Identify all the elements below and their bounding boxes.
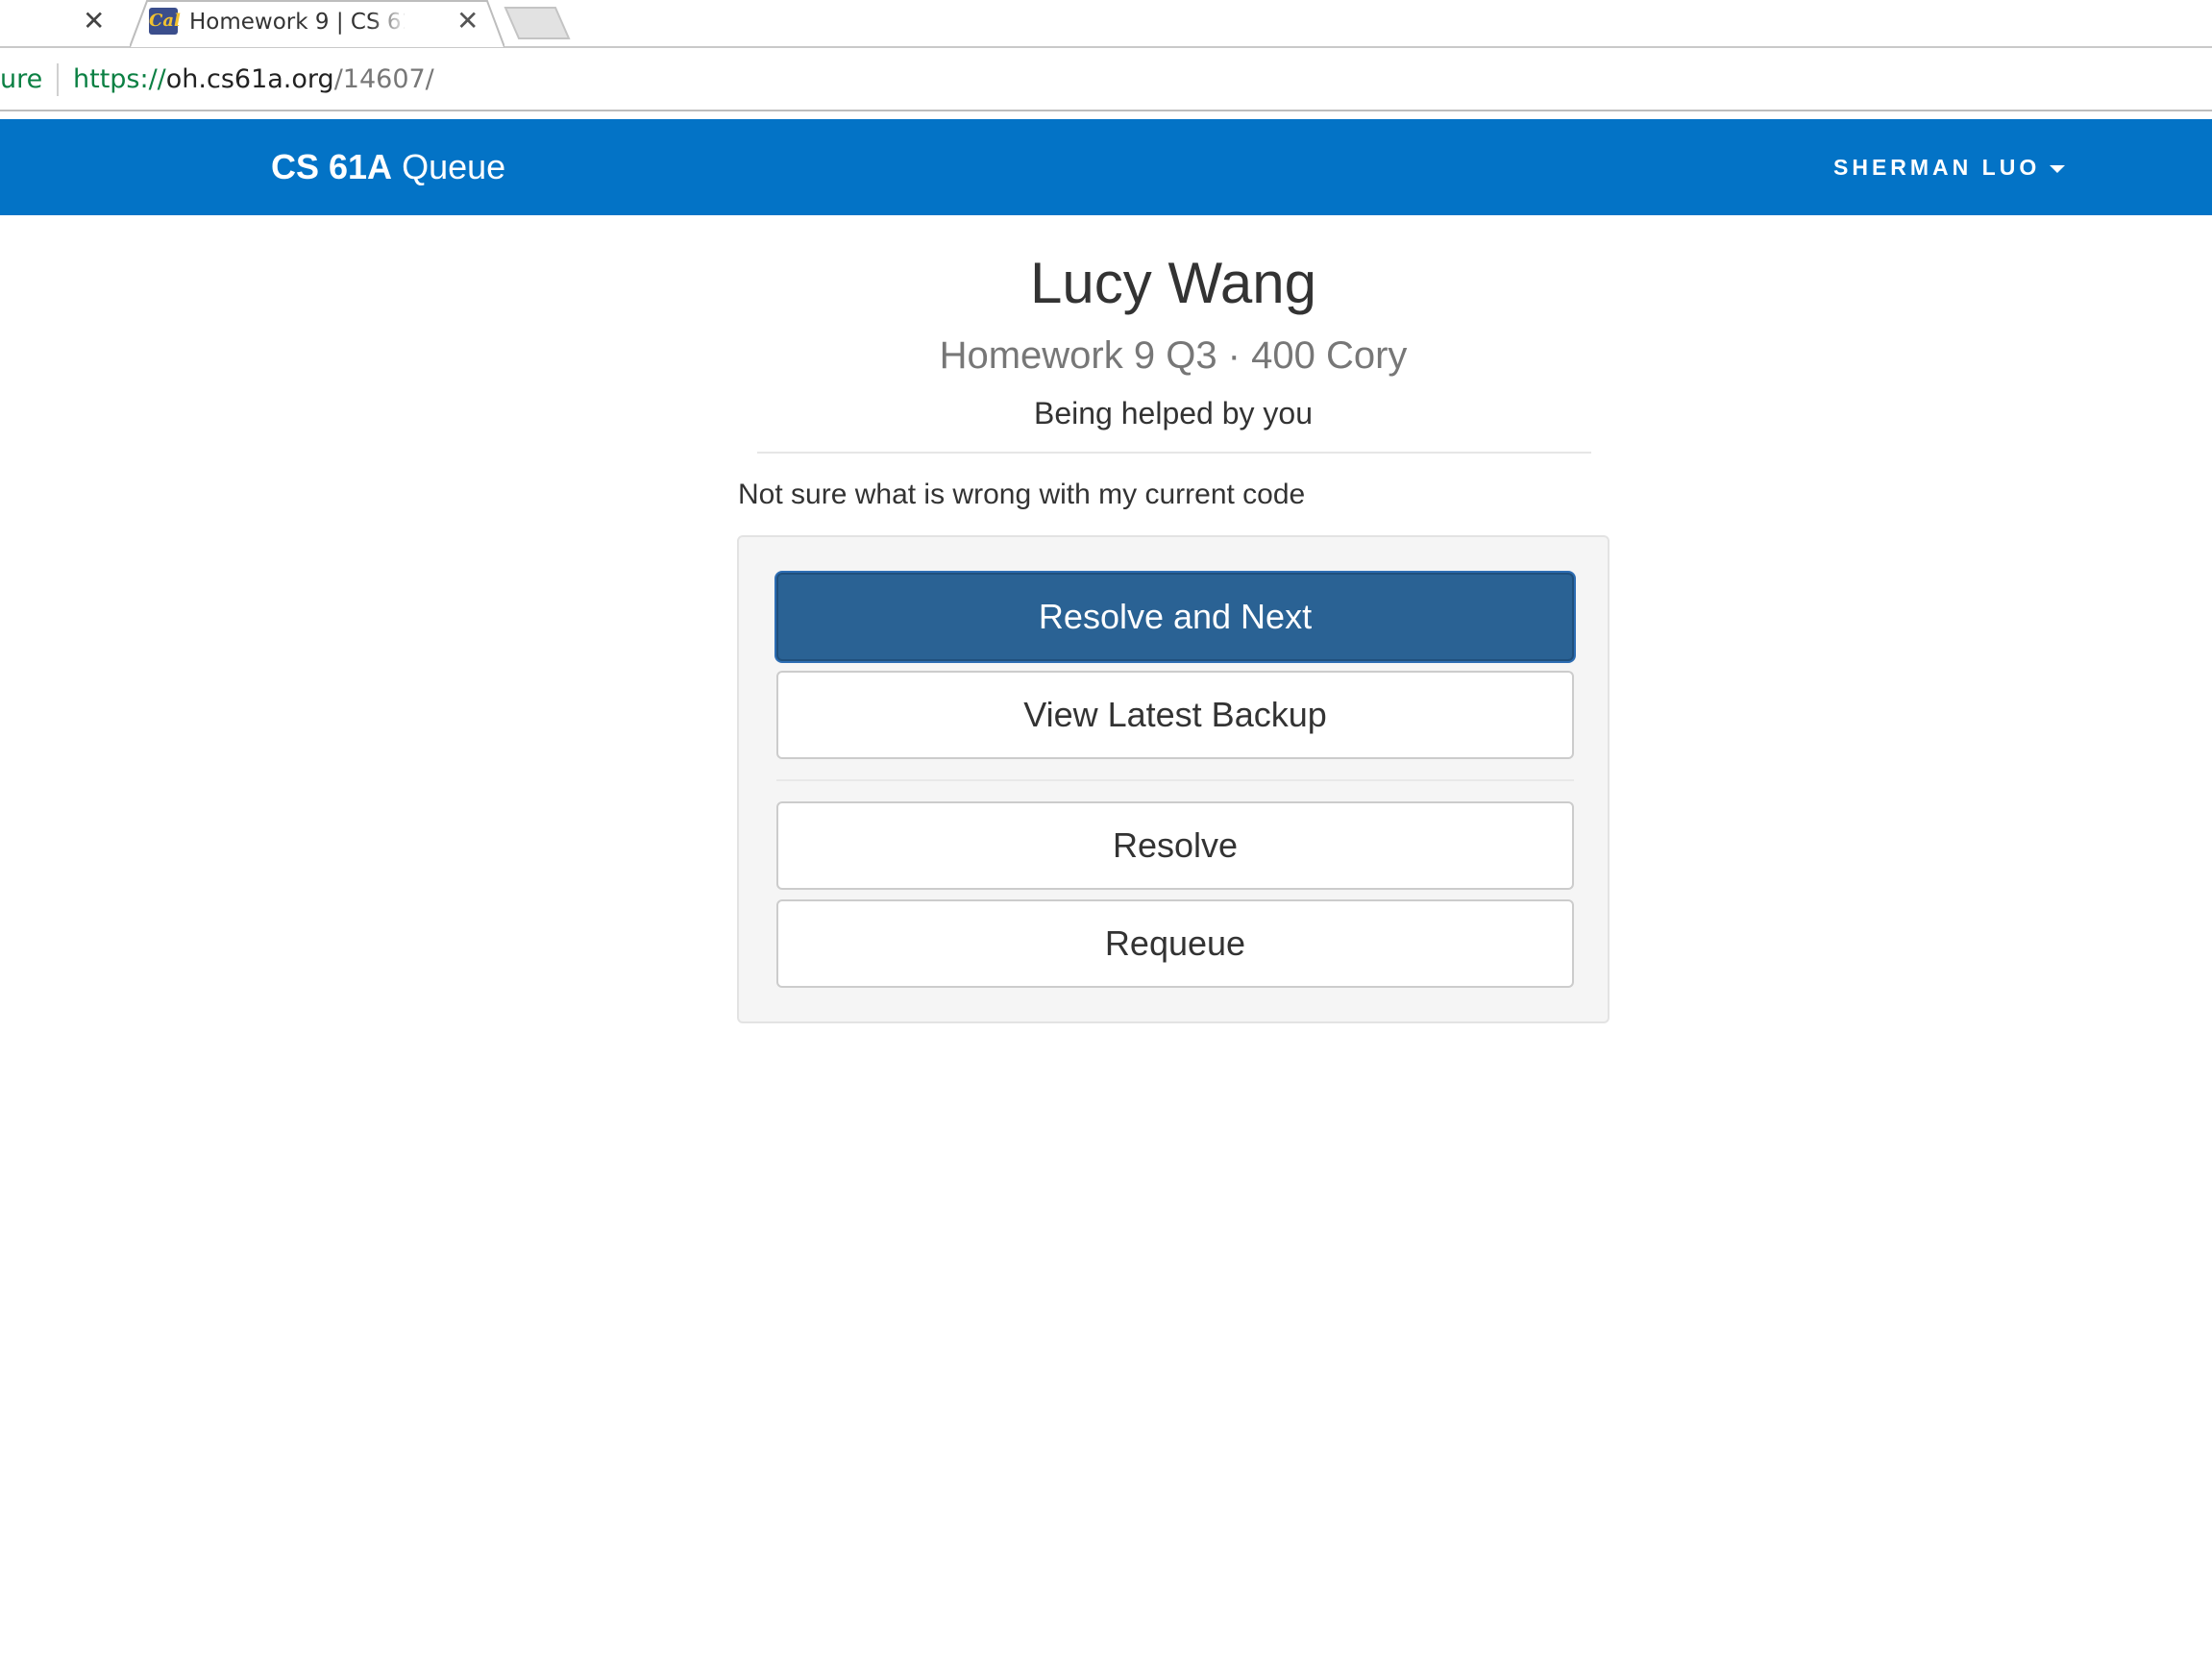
browser-tab-active[interactable]: Cal Homework 9 | CS 61A Su ✕ [130, 0, 504, 48]
view-latest-backup-button[interactable]: View Latest Backup [776, 671, 1574, 759]
user-name: SHERMAN LUO [1833, 155, 2041, 180]
tab-title-fade [370, 6, 408, 38]
address-bar[interactable]: ure https://oh.cs61a.org/14607/ [0, 48, 2212, 111]
student-name: Lucy Wang [1030, 251, 1316, 315]
requeue-button[interactable]: Requeue [776, 899, 1574, 988]
navbar: CS 61A Queue SHERMAN LUO [0, 119, 2212, 215]
resolve-and-next-button[interactable]: Resolve and Next [776, 573, 1574, 661]
close-icon[interactable]: ✕ [456, 6, 479, 37]
ticket-description: Not sure what is wrong with my current c… [738, 479, 1306, 510]
user-menu-dropdown[interactable]: SHERMAN LUO [1833, 150, 2066, 184]
url-path: /14607/ [333, 64, 434, 94]
resolve-button[interactable]: Resolve [776, 801, 1574, 890]
panel-divider [776, 779, 1574, 781]
url-text[interactable]: https://oh.cs61a.org/14607/ [73, 63, 434, 96]
divider [757, 452, 1591, 454]
browser-tab-strip: ✕ Cal Homework 9 | CS 61A Su ✕ [0, 0, 2212, 48]
ticket-status: Being helped by you [1034, 396, 1313, 430]
url-host: oh.cs61a.org [165, 64, 334, 94]
cal-favicon-icon: Cal [149, 8, 181, 35]
caret-down-icon [2050, 164, 2066, 173]
new-tab-icon[interactable] [504, 6, 571, 40]
secure-label[interactable]: ure [0, 63, 42, 96]
brand-name: CS 61A [271, 147, 393, 186]
close-icon[interactable]: ✕ [83, 6, 105, 37]
address-separator [57, 63, 59, 96]
ticket-assignment-location: Homework 9 Q3 · 400 Cory [939, 334, 1408, 377]
url-scheme: https:// [73, 64, 166, 94]
brand-link[interactable]: CS 61A Queue [271, 145, 505, 189]
brand-suffix: Queue [392, 147, 506, 186]
action-panel: Resolve and Next View Latest Backup Reso… [737, 535, 1610, 1023]
